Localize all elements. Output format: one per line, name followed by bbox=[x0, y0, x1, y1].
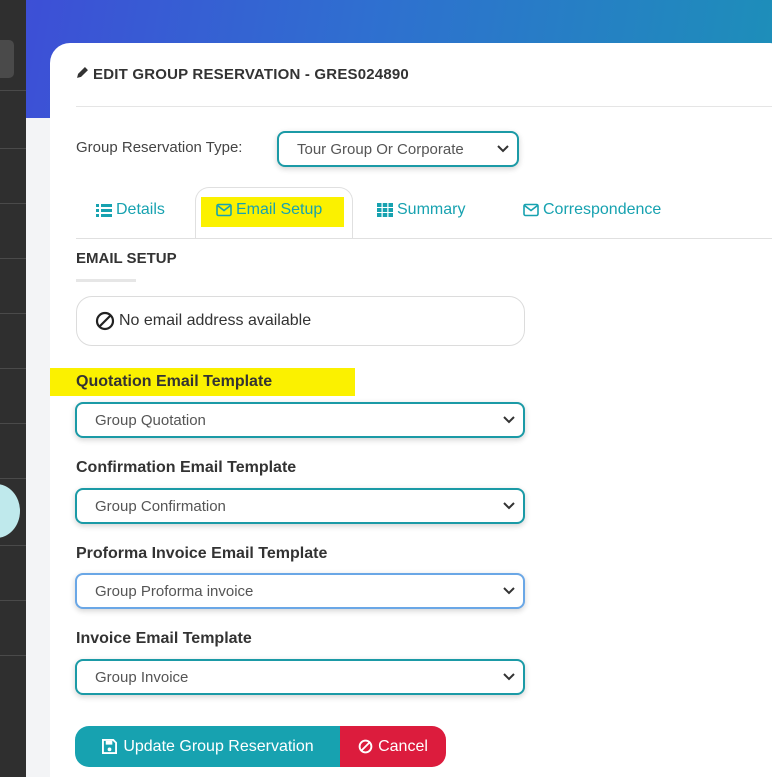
chevron-down-icon bbox=[503, 673, 515, 681]
quotation-template-label: Quotation Email Template bbox=[76, 373, 273, 390]
quotation-template-value: Group Quotation bbox=[95, 411, 206, 429]
chevron-down-icon bbox=[503, 587, 515, 595]
invoice-template-label: Invoice Email Template bbox=[76, 630, 252, 647]
cancel-button-label: Cancel bbox=[378, 737, 428, 755]
tab-label: Correspondence bbox=[543, 201, 662, 218]
ban-icon bbox=[95, 311, 115, 331]
invoice-template-select[interactable]: Group Invoice bbox=[75, 659, 525, 695]
tab-correspondence[interactable]: Correspondence bbox=[523, 201, 661, 219]
quotation-template-select[interactable]: Group Quotation bbox=[75, 402, 525, 438]
tab-summary[interactable]: Summary bbox=[377, 201, 465, 219]
confirmation-template-value: Group Confirmation bbox=[95, 497, 226, 515]
list-icon bbox=[96, 204, 112, 217]
reservation-type-label: Group Reservation Type: bbox=[76, 139, 243, 156]
confirmation-template-select[interactable]: Group Confirmation bbox=[75, 488, 525, 524]
tab-label: Summary bbox=[397, 201, 466, 218]
update-button-label: Update Group Reservation bbox=[123, 737, 314, 755]
sidebar-tab[interactable] bbox=[0, 40, 14, 78]
modal-title: EDIT GROUP RESERVATION - GRES024890 bbox=[76, 66, 409, 83]
chat-bubble-button[interactable] bbox=[0, 484, 20, 538]
section-heading: EMAIL SETUP bbox=[76, 250, 177, 267]
title-divider bbox=[76, 106, 772, 107]
sidebar-divider bbox=[0, 368, 26, 369]
tab-label: Details bbox=[116, 201, 165, 218]
chevron-down-icon bbox=[503, 502, 515, 510]
grid-icon bbox=[377, 203, 393, 217]
email-address-box: No email address available bbox=[76, 296, 525, 346]
proforma-template-select[interactable]: Group Proforma invoice bbox=[75, 573, 525, 609]
tab-label: Email Setup bbox=[236, 201, 323, 218]
sidebar-divider bbox=[0, 655, 26, 656]
chevron-down-icon bbox=[497, 145, 509, 153]
invoice-template-value: Group Invoice bbox=[95, 668, 189, 686]
pencil-icon bbox=[76, 66, 89, 83]
envelope-icon bbox=[523, 203, 539, 217]
sidebar-divider bbox=[0, 148, 26, 149]
sidebar-divider bbox=[0, 478, 26, 479]
sidebar-divider bbox=[0, 545, 26, 546]
reservation-type-select[interactable]: Tour Group Or Corporate bbox=[277, 131, 519, 167]
sidebar-divider bbox=[0, 258, 26, 259]
save-icon bbox=[102, 739, 118, 754]
confirmation-template-label: Confirmation Email Template bbox=[76, 459, 297, 476]
proforma-template-label: Proforma Invoice Email Template bbox=[76, 545, 328, 562]
tab-details[interactable]: Details bbox=[96, 201, 165, 219]
chevron-down-icon bbox=[503, 416, 515, 424]
ban-icon bbox=[358, 739, 373, 754]
update-reservation-button[interactable]: Update Group Reservation bbox=[75, 726, 341, 767]
tabs-divider bbox=[76, 238, 772, 239]
sidebar-divider bbox=[0, 313, 26, 314]
reservation-type-value: Tour Group Or Corporate bbox=[297, 140, 464, 158]
envelope-icon bbox=[216, 203, 232, 217]
sidebar-divider bbox=[0, 203, 26, 204]
no-email-text: No email address available bbox=[119, 312, 312, 329]
proforma-template-value: Group Proforma invoice bbox=[95, 582, 254, 600]
section-underline bbox=[76, 279, 136, 282]
cancel-button[interactable]: Cancel bbox=[340, 726, 446, 767]
tab-email-setup[interactable]: Email Setup bbox=[216, 201, 322, 219]
modal-title-text: EDIT GROUP RESERVATION - GRES024890 bbox=[93, 66, 409, 83]
sidebar-divider bbox=[0, 423, 26, 424]
sidebar-divider bbox=[0, 90, 26, 91]
app-sidebar bbox=[0, 0, 26, 777]
sidebar-divider bbox=[0, 600, 26, 601]
